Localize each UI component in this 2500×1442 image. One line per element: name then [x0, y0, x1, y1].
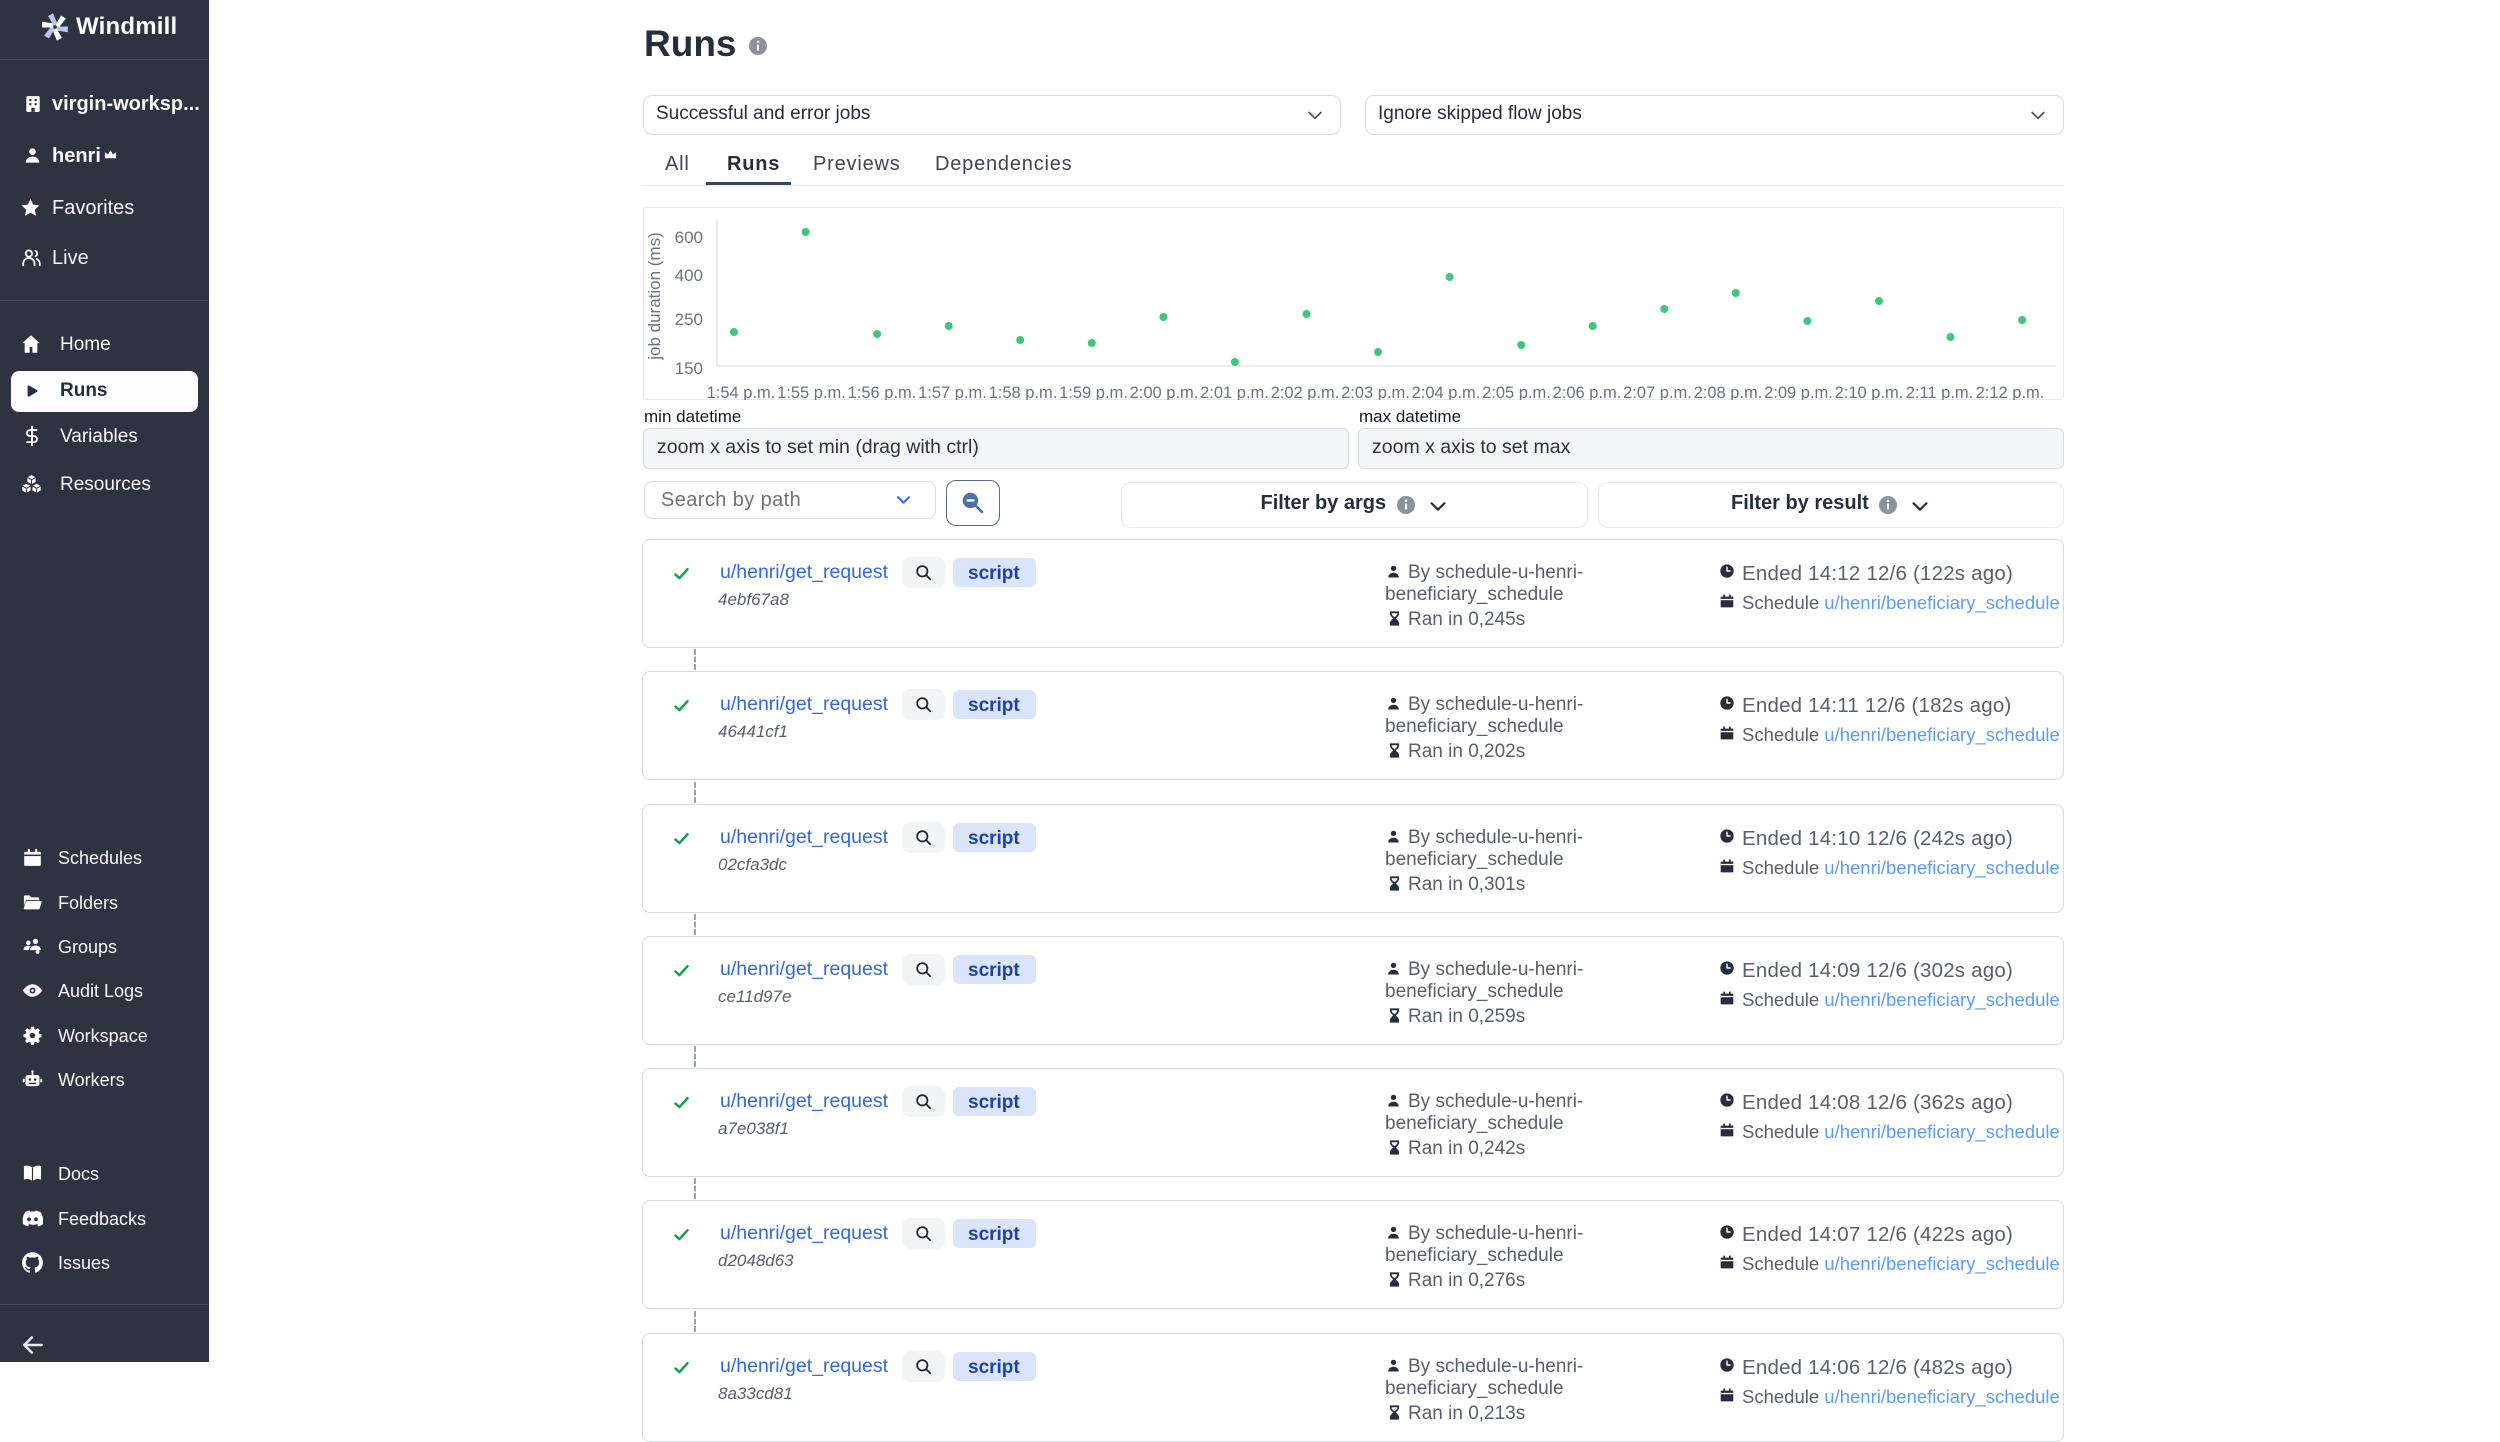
svg-text:1:56 p.m.: 1:56 p.m.: [848, 384, 917, 400]
svg-text:2:00 p.m.: 2:00 p.m.: [1130, 384, 1199, 400]
svg-text:2:01 p.m.: 2:01 p.m.: [1200, 384, 1269, 400]
svg-text:1:54 p.m.: 1:54 p.m.: [707, 384, 776, 400]
svg-text:1:55 p.m.: 1:55 p.m.: [777, 384, 846, 400]
svg-text:400: 400: [675, 266, 703, 285]
svg-text:250: 250: [675, 310, 703, 329]
svg-text:600: 600: [675, 228, 703, 247]
svg-text:2:11 p.m.: 2:11 p.m.: [1906, 384, 1974, 400]
svg-text:2:05 p.m.: 2:05 p.m.: [1482, 384, 1551, 400]
svg-text:2:06 p.m.: 2:06 p.m.: [1553, 384, 1622, 400]
svg-text:1:58 p.m.: 1:58 p.m.: [989, 384, 1058, 400]
svg-text:2:07 p.m.: 2:07 p.m.: [1623, 384, 1692, 400]
svg-text:1:57 p.m.: 1:57 p.m.: [918, 384, 987, 400]
svg-text:1:59 p.m.: 1:59 p.m.: [1059, 384, 1128, 400]
svg-text:2:08 p.m.: 2:08 p.m.: [1694, 384, 1763, 400]
svg-text:150: 150: [675, 359, 703, 378]
svg-text:2:02 p.m.: 2:02 p.m.: [1271, 384, 1340, 400]
svg-text:job duration (ms): job duration (ms): [645, 232, 664, 361]
svg-text:2:03 p.m.: 2:03 p.m.: [1341, 384, 1410, 400]
svg-text:2:09 p.m.: 2:09 p.m.: [1764, 384, 1833, 400]
svg-text:2:10 p.m.: 2:10 p.m.: [1835, 384, 1904, 400]
svg-text:2:12 p.m.: 2:12 p.m.: [1976, 384, 2045, 400]
svg-text:2:04 p.m.: 2:04 p.m.: [1412, 384, 1481, 400]
